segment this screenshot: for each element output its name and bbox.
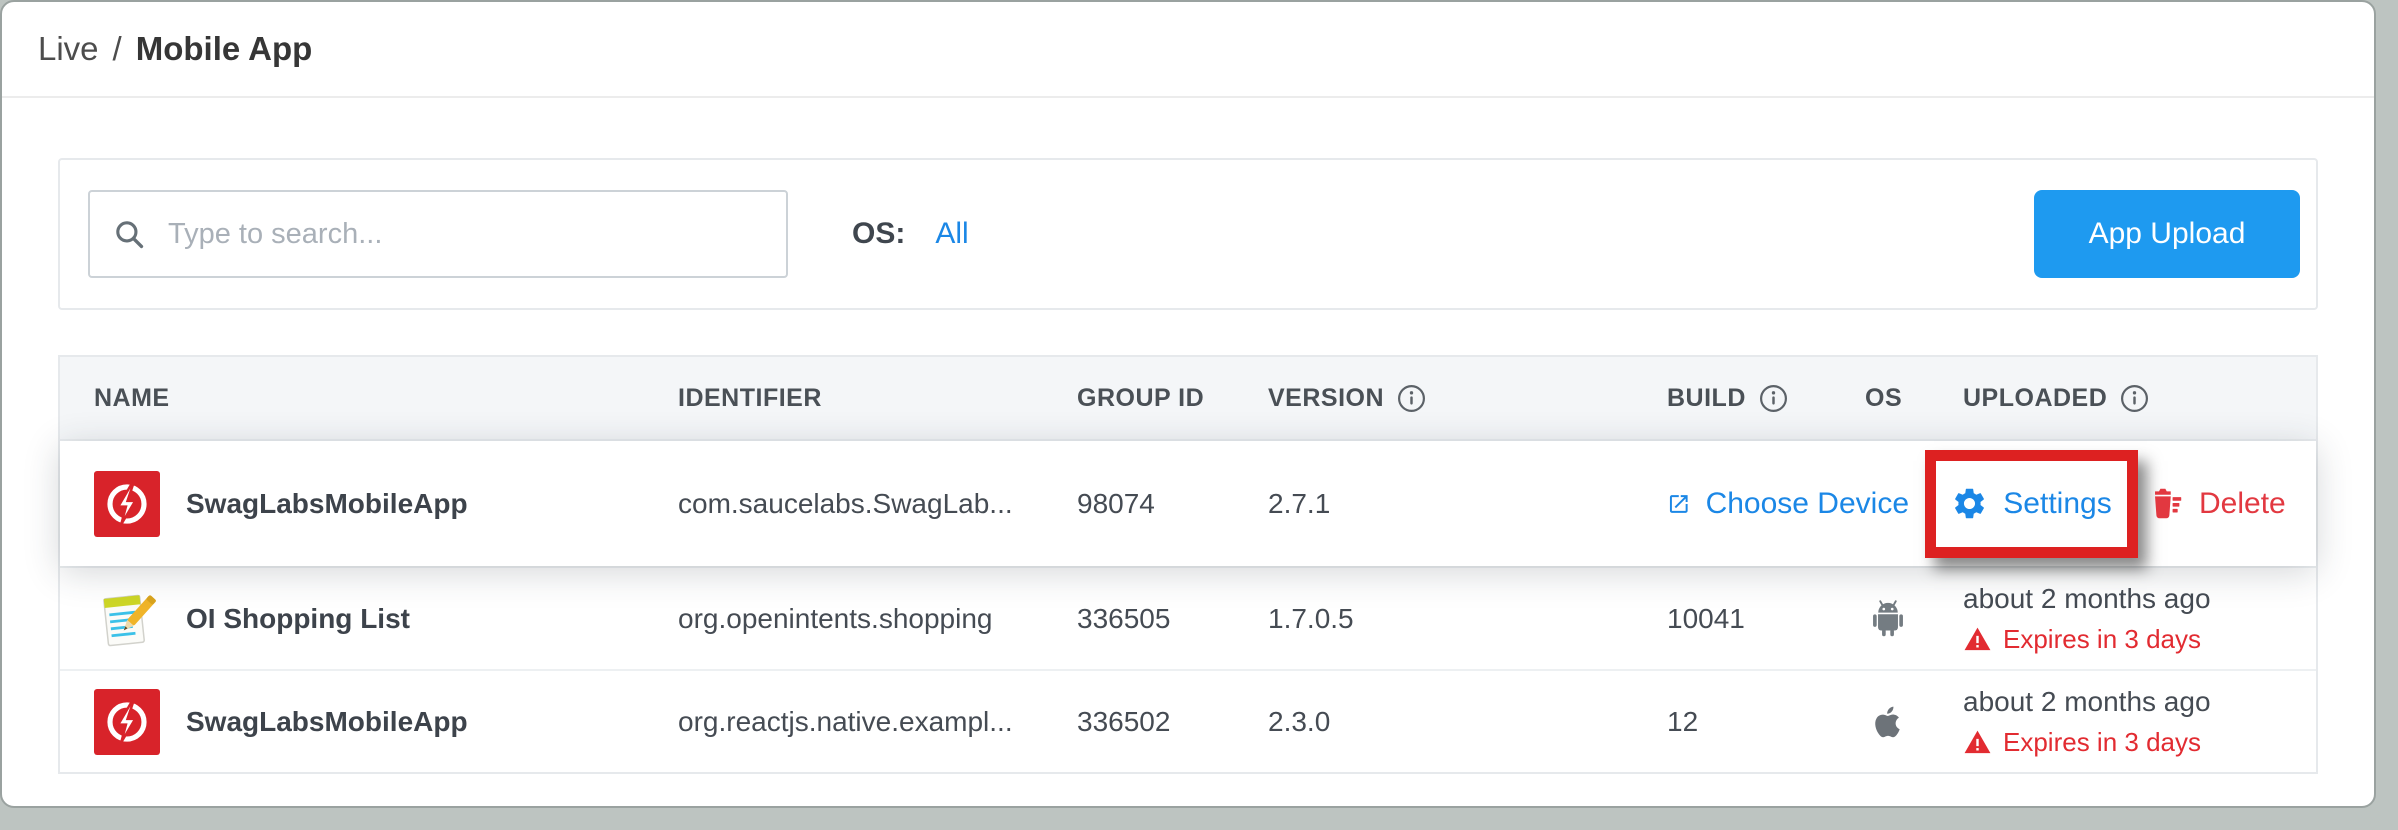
uploaded-cell: about 2 months ago Expires in 3 days <box>1963 583 2316 655</box>
app-window: Live / Mobile App OS: All App Upload <box>0 0 2376 808</box>
page-title: Mobile App <box>136 30 313 68</box>
app-name-cell: SwagLabsMobileApp <box>94 471 678 537</box>
toolbar: OS: All App Upload <box>58 158 2318 310</box>
table-row[interactable]: OI Shopping List org.openintents.shoppin… <box>60 566 2316 669</box>
column-header-os: OS <box>1865 384 1963 413</box>
column-header-build: BUILD <box>1667 383 1865 414</box>
apple-icon <box>1865 700 1909 744</box>
uploaded-time: about 2 months ago <box>1963 686 2306 718</box>
os-filter-label: OS: <box>852 217 905 251</box>
apps-table: NAME IDENTIFIER GROUP ID VERSION <box>58 355 2318 774</box>
delete-button[interactable]: Delete <box>2147 485 2286 522</box>
app-build: 10041 <box>1667 603 1865 635</box>
table-row[interactable]: SwagLabsMobileApp com.saucelabs.SwagLab.… <box>60 441 2316 566</box>
column-header-name: NAME <box>94 384 678 413</box>
app-upload-button[interactable]: App Upload <box>2034 190 2300 278</box>
swaglabs-app-icon <box>94 471 160 537</box>
app-os-cell <box>1865 596 1963 642</box>
breadcrumb-section[interactable]: Live <box>38 30 99 68</box>
uploaded-cell: about 2 months ago Expires in 3 days <box>1963 686 2316 758</box>
app-group-id: 98074 <box>1077 488 1268 520</box>
warning-icon <box>1963 728 1992 757</box>
search-box[interactable] <box>88 190 788 278</box>
info-icon[interactable] <box>2119 383 2150 414</box>
app-name: SwagLabsMobileApp <box>186 488 468 520</box>
breadcrumb-separator: / <box>113 30 122 68</box>
column-header-version: VERSION <box>1268 383 1667 414</box>
settings-button[interactable]: Settings <box>1951 485 2111 522</box>
os-filter: OS: All <box>852 217 969 251</box>
app-version: 2.7.1 <box>1268 488 1667 520</box>
external-link-icon <box>1667 486 1691 522</box>
table-header-row: NAME IDENTIFIER GROUP ID VERSION <box>60 357 2316 441</box>
column-header-group-id: GROUP ID <box>1077 384 1268 413</box>
app-build: 12 <box>1667 706 1865 738</box>
app-name-cell: OI Shopping List <box>94 586 678 652</box>
info-icon[interactable] <box>1396 383 1427 414</box>
column-header-identifier: IDENTIFIER <box>678 384 1077 413</box>
app-version: 1.7.0.5 <box>1268 603 1667 635</box>
expires-warning: Expires in 3 days <box>1963 624 2306 655</box>
main-content: OS: All App Upload NAME IDENTIFIER GROUP… <box>2 98 2374 774</box>
app-version: 2.3.0 <box>1268 706 1667 738</box>
app-os-cell <box>1865 700 1963 744</box>
os-filter-value[interactable]: All <box>935 217 968 251</box>
breadcrumb: Live / Mobile App <box>2 2 2374 98</box>
trash-icon <box>2147 485 2184 522</box>
app-identifier: org.reactjs.native.exampl... <box>678 706 1077 738</box>
android-icon <box>1865 596 1911 642</box>
gear-icon <box>1951 485 1988 522</box>
info-icon[interactable] <box>1758 383 1789 414</box>
app-name-cell: SwagLabsMobileApp <box>94 689 678 755</box>
table-row[interactable]: SwagLabsMobileApp org.reactjs.native.exa… <box>60 669 2316 772</box>
shopping-list-app-icon <box>94 586 160 652</box>
warning-icon <box>1963 625 1992 654</box>
expires-warning: Expires in 3 days <box>1963 727 2306 758</box>
app-name: OI Shopping List <box>186 603 410 635</box>
app-group-id: 336502 <box>1077 706 1268 738</box>
column-header-uploaded: UPLOADED <box>1963 383 2316 414</box>
annotation-highlight-box: Settings <box>1925 450 2138 558</box>
swaglabs-app-icon <box>94 689 160 755</box>
search-input[interactable] <box>166 217 764 252</box>
app-name: SwagLabsMobileApp <box>186 706 468 738</box>
choose-device-button[interactable]: Choose Device <box>1667 486 1909 522</box>
app-identifier: com.saucelabs.SwagLab... <box>678 488 1077 520</box>
search-icon <box>112 217 146 251</box>
app-group-id: 336505 <box>1077 603 1268 635</box>
app-identifier: org.openintents.shopping <box>678 603 1077 635</box>
row-actions: Choose Device Settings <box>1667 441 2316 566</box>
uploaded-time: about 2 months ago <box>1963 583 2306 615</box>
